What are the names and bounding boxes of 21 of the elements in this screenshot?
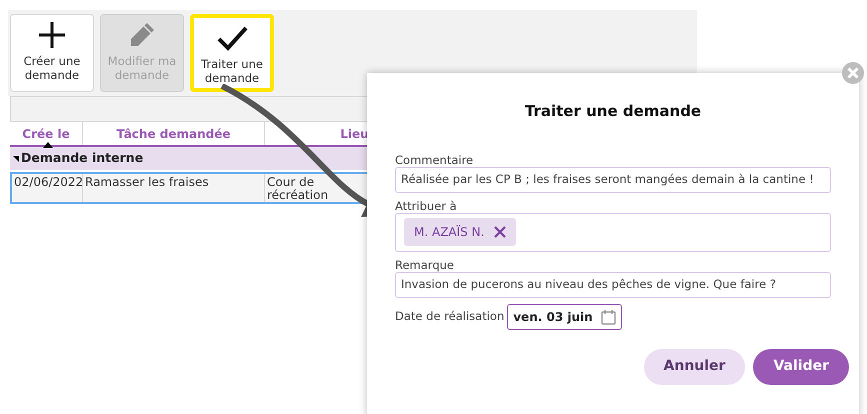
field-label: Remarque bbox=[395, 258, 455, 272]
tag-field[interactable]: M. AZAÏS N. bbox=[395, 212, 831, 252]
input-field[interactable]: Invasion de pucerons au niveau des pêches de vigne. Que faire ? bbox=[395, 272, 831, 298]
dialog-title: Traiter une demande bbox=[524, 101, 702, 122]
date-field[interactable]: ven. 03 juin bbox=[507, 304, 622, 330]
tag-chip[interactable]: M. AZAÏS N. bbox=[404, 218, 516, 246]
column-header[interactable]: Tâche demandée bbox=[83, 122, 265, 145]
table-cell: Ramasser les fraises bbox=[83, 174, 265, 202]
cancel-button[interactable]: Annuler bbox=[644, 348, 746, 384]
toolbar-button[interactable]: Créer une demande bbox=[10, 14, 94, 92]
input-field[interactable]: Réalisée par les CP B ; les fraises seront mangées demain à la cantine ! bbox=[395, 166, 831, 192]
toolbar-button[interactable]: Traiter une demande bbox=[190, 14, 274, 92]
confirm-button[interactable]: Valider bbox=[753, 348, 849, 384]
table-cell: 02/06/2022 bbox=[12, 174, 83, 202]
group-label: Demande interne bbox=[21, 149, 144, 168]
plus-icon bbox=[36, 19, 68, 51]
remove-icon[interactable] bbox=[494, 226, 506, 238]
field-label: Commentaire bbox=[395, 152, 474, 166]
field-label: Date de réalisation bbox=[395, 308, 504, 325]
calendar-icon[interactable] bbox=[601, 308, 616, 324]
expand-icon[interactable] bbox=[13, 156, 19, 162]
